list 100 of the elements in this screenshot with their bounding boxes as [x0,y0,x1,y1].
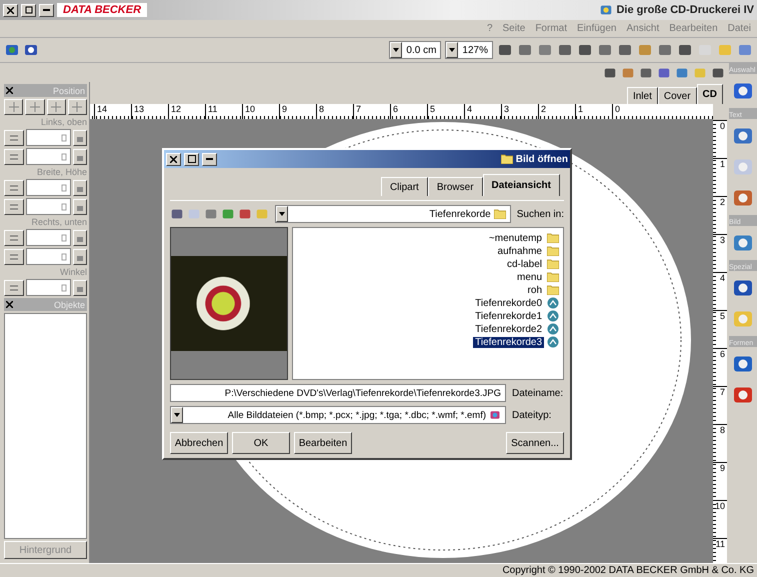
minimize-icon [206,158,213,160]
lock-button[interactable] [73,230,87,246]
spin-button[interactable] [4,280,24,296]
spin-button[interactable] [4,180,24,196]
toolbar-icon [255,207,269,221]
spin-button[interactable] [4,248,24,264]
input-field[interactable] [26,229,71,246]
ruler-number: 2 [540,104,548,116]
restore-button[interactable] [21,4,36,16]
status-text: Copyright © 1990-2002 DATA BECKER GmbH & Co. KG [502,565,754,576]
lock-button[interactable] [73,180,87,196]
look-in-combo[interactable]: Tiefenrekorde [275,205,511,223]
input-field[interactable] [26,279,71,296]
lock-button[interactable] [73,198,87,214]
dialog-tab[interactable]: Browser [428,177,483,196]
align-button[interactable] [25,99,44,115]
ruler-number: 7 [718,387,726,399]
offset-combo[interactable]: 0.0 cm [389,41,442,59]
group-label: Breite, Höhe [36,167,87,177]
folder-icon [547,246,559,256]
spin-button[interactable] [4,230,24,246]
maximize-button[interactable] [184,152,199,166]
close-icon [6,301,13,308]
caret-icon [393,48,400,52]
file-item[interactable]: roh [526,284,559,296]
input-field[interactable] [26,198,71,215]
ruler-number: 2 [718,197,726,209]
input-field[interactable] [26,248,71,265]
ruler-number: 10 [714,501,726,513]
ruler-number: 0 [718,121,726,133]
ruler-number: 3 [718,235,726,247]
lock-button[interactable] [73,130,87,146]
input-field[interactable] [26,129,71,146]
file-item[interactable]: Tiefenrekorde2 [473,323,559,335]
minimize-icon [43,9,50,11]
filetype-label: Dateityp: [512,410,552,420]
dropdown-button[interactable] [390,42,402,58]
file-name: Tiefenrekorde0 [474,298,543,308]
ruler-number: 5 [429,104,436,116]
window-title: Die große CD-Druckerei IV [616,4,754,16]
file-name: cd-label [506,258,543,270]
spin-button[interactable] [4,130,24,146]
filename-field[interactable]: P:\Verschiedene DVD's\Verlag\Tiefenrekorde\Tiefenrekorde3.JPG [170,384,506,402]
toolbar-icon [221,207,235,221]
ruler-number: 0 [614,104,622,116]
zoom-combo[interactable]: 127% [445,41,493,59]
toolbar-icon [497,42,513,58]
toolbar-icon [597,42,613,58]
spin-button[interactable] [4,198,24,214]
file-item[interactable]: aufnahme [496,245,559,257]
look-in-value: Tiefenrekorde [429,208,491,220]
minimize-button[interactable] [202,152,217,166]
toolbar-icon [675,66,689,80]
input-field[interactable] [26,179,71,196]
folder-icon [547,272,559,282]
align-button[interactable] [46,99,66,115]
file-item[interactable]: ~menutemp [486,232,559,244]
lock-button[interactable] [73,280,87,296]
close-icon [170,156,177,162]
view-tab[interactable]: Cover [658,87,697,104]
align-button[interactable] [4,99,24,115]
dropdown-button[interactable] [276,206,288,222]
filetype-combo[interactable]: Alle Bilddateien (*.bmp; *.pcx; *.jpg; *.tga; *.dbc; *.wmf; *.emf) [170,406,506,424]
scan-button[interactable]: Scannen... [506,432,564,454]
toolbar-icon [621,66,635,80]
file-item[interactable]: Tiefenrekorde3 [473,336,559,348]
view-tab[interactable]: Inlet [626,87,658,104]
toolbar-icon [677,42,693,58]
file-item[interactable]: Tiefenrekorde0 [473,297,559,309]
dialog-tab[interactable]: Dateiansicht [482,174,560,196]
view-tab[interactable]: CD [696,84,723,104]
look-in-label: Suchen in: [516,208,564,220]
lock-button[interactable] [73,148,87,164]
dialog-tab[interactable]: Clipart [380,177,428,196]
spin-button[interactable] [4,148,24,164]
file-name: Tiefenrekorde2 [474,324,543,334]
toolbar-icon [603,66,617,80]
image-file-icon [547,336,559,348]
file-item[interactable]: menu [514,271,559,283]
ruler-number: 1 [577,104,584,116]
toolbar-icon [737,42,753,58]
ruler-number: 10 [244,104,256,116]
dialog-button[interactable]: Abbrechen [170,432,228,454]
object-list[interactable] [4,313,87,539]
close-button[interactable] [3,4,18,16]
dropdown-button[interactable] [446,42,458,58]
dialog-button[interactable]: OK [232,432,290,454]
close-button[interactable] [166,152,181,166]
lock-button[interactable] [73,248,87,264]
file-item[interactable]: cd-label [504,258,559,270]
ruler-number: 4 [718,273,726,285]
dropdown-button[interactable] [171,407,183,423]
align-button[interactable] [68,99,87,115]
file-item[interactable]: Tiefenrekorde1 [473,310,559,322]
folder-icon [547,259,559,269]
caret-icon [279,212,285,216]
ruler-number: 5 [718,311,726,323]
minimize-button[interactable] [39,4,54,16]
dialog-button[interactable]: Bearbeiten [294,432,352,454]
input-field[interactable] [26,148,71,165]
